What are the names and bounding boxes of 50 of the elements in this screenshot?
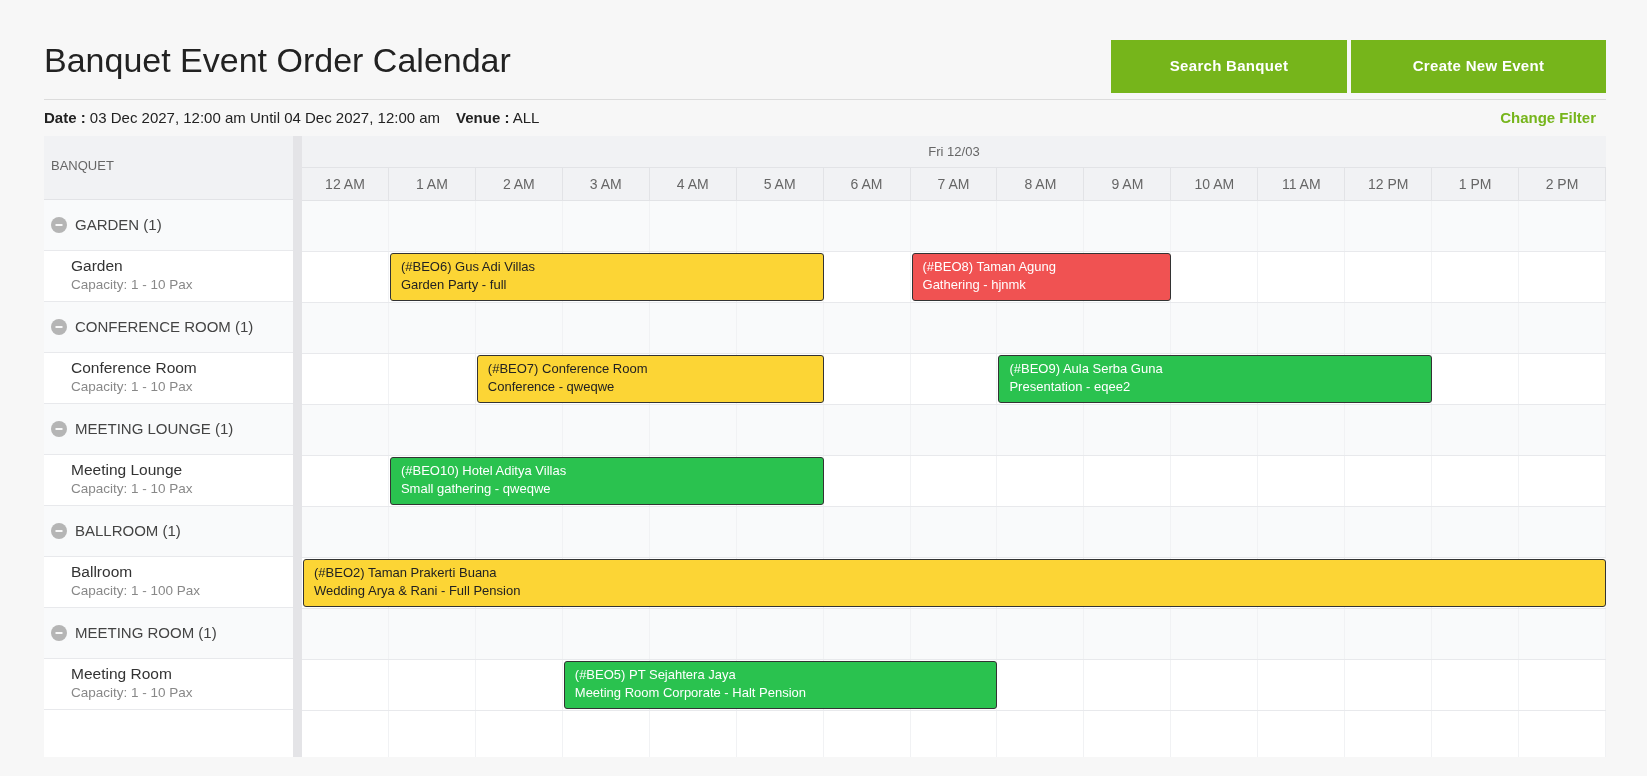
capacity-text: Capacity: 1 - 10 Pax [71,377,194,396]
hour-header: 12 AM [302,167,389,200]
resource-name: Garden [71,257,124,276]
day-header: Fri 12/03 [302,136,1606,167]
hour-header: 2 AM [475,167,563,200]
resource-name: Meeting Lounge [71,461,184,480]
hour-header: 2 PM [1519,167,1606,200]
capacity-text: Capacity: 1 - 10 Pax [71,683,194,702]
hour-header: 5 AM [736,167,824,200]
date-range-text: Date : 03 Dec 2027, 12:00 am Until 04 Dec 2027, 12:00 am [44,107,441,128]
collapse-icon[interactable] [51,319,67,335]
hour-header: 11 AM [1258,167,1346,200]
collapse-icon[interactable] [51,523,67,539]
group-label: MEETING ROOM (1) [75,622,217,643]
group-label: BALLROOM (1) [75,520,181,541]
group-label: GARDEN (1) [75,214,162,235]
capacity-text: Capacity: 1 - 10 Pax [71,275,194,294]
event-block[interactable]: (#BEO7) Conference Room Conference - qweqwe [476,355,824,403]
hour-header: 3 AM [562,167,650,200]
event-block[interactable]: (#BEO9) Aula Serba Guna Presentation - eqee2 [998,355,1433,403]
hour-header: 7 AM [910,167,998,200]
event-block[interactable]: (#BEO8) Taman Agung Gathering - hjnmk [911,253,1172,301]
collapse-icon[interactable] [51,421,67,437]
venue-text: Venue : ALL [456,107,540,128]
capacity-text: Capacity: 1 - 100 Pax [71,581,202,600]
collapse-icon[interactable] [51,217,67,233]
collapse-icon[interactable] [51,625,67,641]
resource-name: Meeting Room [71,665,173,684]
hour-header: 12 PM [1345,167,1433,200]
resource-name: Ballroom [71,563,134,582]
hour-header: 8 AM [997,167,1085,200]
hour-header: 9 AM [1084,167,1172,200]
group-label: MEETING LOUNGE (1) [75,418,234,439]
hour-header: 6 AM [823,167,911,200]
hour-header: 1 PM [1432,167,1520,200]
capacity-text: Capacity: 1 - 10 Pax [71,479,194,498]
search-button[interactable]: Search Banquet [1111,40,1347,93]
page-title: Banquet Event Order Calendar [44,40,511,81]
event-block[interactable]: (#BEO2) Taman Prakerti Buana Wedding Arya & Rani - Full Pension [303,559,1606,607]
column-header: BANQUET [44,136,293,200]
resource-name: Conference Room [71,359,198,378]
hour-header: 1 AM [388,167,476,200]
hour-header: 4 AM [649,167,737,200]
event-block[interactable]: (#BEO6) Gus Adi Villas Garden Party - full [389,253,824,301]
change-filter-link[interactable]: Change Filter [1500,106,1596,130]
hour-header: 10 AM [1171,167,1259,200]
group-label: CONFERENCE ROOM (1) [75,316,254,337]
event-block[interactable]: (#BEO10) Hotel Aditya Villas Small gathering - qweqwe [389,457,824,505]
event-block[interactable]: (#BEO5) PT Sejahtera Jaya Meeting Room Corporate - Halt Pension [563,661,998,709]
create-event-button[interactable]: Create New Event [1351,40,1606,93]
